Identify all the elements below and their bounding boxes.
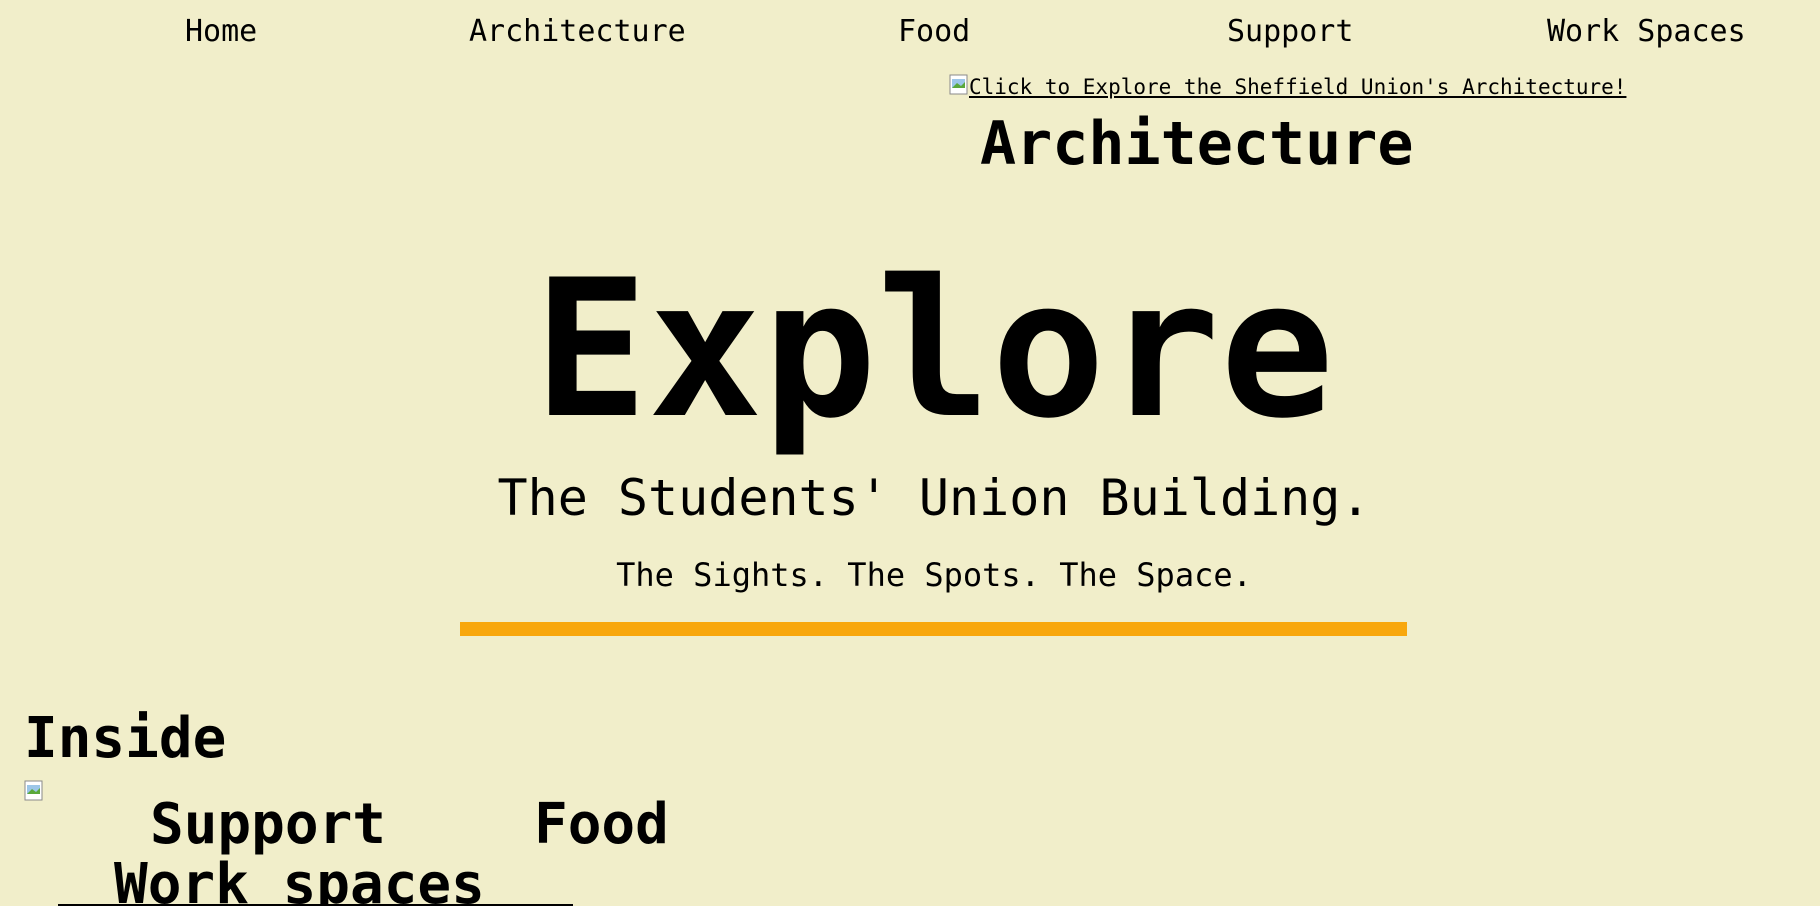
architecture-image-alt: Click to Explore the Sheffield Union's A… — [969, 75, 1627, 99]
top-nav: Home Architecture Food Support Work Spac… — [0, 0, 1820, 68]
inside-title: Inside — [24, 706, 227, 771]
architecture-title: Architecture — [980, 109, 1414, 179]
hero-subtitle: The Students' Union Building. — [497, 469, 1371, 527]
hero-title: Explore — [533, 239, 1335, 460]
inside-tile-support[interactable]: Support — [150, 792, 386, 858]
inside-tile-work-spaces[interactable]: Work spaces — [114, 852, 485, 906]
nav-link-architecture[interactable]: Architecture — [469, 12, 686, 52]
hero-tagline: The Sights. The Spots. The Space. — [616, 556, 1252, 594]
broken-image-icon — [24, 780, 44, 802]
nav-link-work-spaces[interactable]: Work Spaces — [1547, 12, 1746, 52]
architecture-image-link[interactable]: Click to Explore the Sheffield Union's A… — [949, 74, 1626, 100]
nav-link-support[interactable]: Support — [1227, 12, 1353, 52]
inside-image-link[interactable] — [24, 780, 44, 802]
broken-image-icon — [949, 74, 969, 96]
nav-link-home[interactable]: Home — [185, 12, 257, 52]
hero-divider — [460, 622, 1407, 636]
nav-link-food[interactable]: Food — [898, 12, 970, 52]
page: Home Architecture Food Support Work Spac… — [0, 0, 1820, 906]
inside-tile-food[interactable]: Food — [534, 792, 669, 858]
